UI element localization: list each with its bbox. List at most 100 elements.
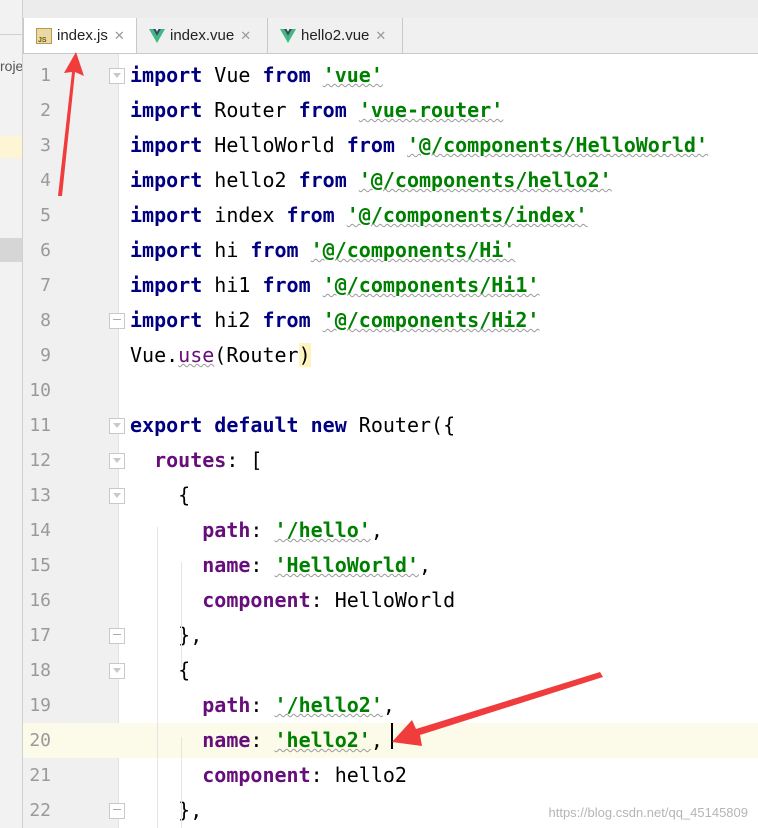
code-line[interactable]: 5 import index from '@/components/index' xyxy=(23,198,758,233)
code-line[interactable]: 1 import Vue from 'vue' xyxy=(23,58,758,93)
panel-highlight xyxy=(0,136,22,158)
code-token: export default new xyxy=(130,413,359,437)
code-line[interactable]: 6 import hi from '@/components/Hi' xyxy=(23,233,758,268)
fold-collapse-icon[interactable] xyxy=(109,488,125,504)
code-token: : xyxy=(250,518,275,542)
code-line[interactable]: 4 import hello2 from '@/components/hello2… xyxy=(23,163,758,198)
fold-collapse-icon[interactable] xyxy=(109,68,125,84)
line-number: 17 xyxy=(29,625,51,646)
code-token: Router xyxy=(214,98,299,122)
fold-collapse-icon[interactable] xyxy=(109,418,125,434)
code-line[interactable]: 12 routes: [ xyxy=(23,443,758,478)
code-token: '@/components/Hi1' xyxy=(322,273,540,297)
code-token: Vue xyxy=(214,63,263,87)
code-text: import HelloWorld from '@/components/Hel… xyxy=(130,128,708,163)
code-token: import xyxy=(130,63,215,87)
code-line[interactable]: 21 component: hello2 xyxy=(23,758,758,793)
code-token: : HelloWorld xyxy=(310,588,456,612)
code-line[interactable]: 15 name: 'HelloWorld', xyxy=(23,548,758,583)
code-token: import xyxy=(130,273,215,297)
code-line[interactable]: 9 Vue.use(Router) xyxy=(23,338,758,373)
line-number: 8 xyxy=(40,310,51,331)
code-token: , xyxy=(419,553,432,577)
line-number: 2 xyxy=(40,100,51,121)
code-line[interactable]: 11 export default new Router({ xyxy=(23,408,758,443)
code-token: }, xyxy=(130,798,203,822)
code-line[interactable]: 13 { xyxy=(23,478,758,513)
code-token: , xyxy=(382,693,395,717)
ide-window: roje index.js ✕ index.vue ✕ hello2.vue ✕… xyxy=(0,0,758,828)
text-caret xyxy=(391,723,393,749)
fold-end-icon[interactable] xyxy=(109,313,125,329)
code-token: routes xyxy=(154,448,227,472)
close-icon[interactable]: ✕ xyxy=(114,28,125,44)
line-number: 13 xyxy=(29,485,51,506)
code-text: routes: [ xyxy=(130,443,262,478)
code-token: hi xyxy=(214,238,251,262)
code-token: import xyxy=(130,308,215,332)
code-token: '@/components/Hi' xyxy=(310,238,516,262)
code-token: '@/components/index' xyxy=(346,203,588,227)
code-line[interactable]: 7 import hi1 from '@/components/Hi1' xyxy=(23,268,758,303)
line-number: 20 xyxy=(29,730,51,751)
code-token: from xyxy=(298,168,359,192)
line-number: 21 xyxy=(29,765,51,786)
code-line[interactable]: 18 { xyxy=(23,653,758,688)
code-token: hi2 xyxy=(214,308,263,332)
code-token: index xyxy=(214,203,287,227)
close-icon[interactable]: ✕ xyxy=(240,28,251,44)
line-number: 22 xyxy=(29,800,51,821)
line-number: 1 xyxy=(40,65,51,86)
code-token: }, xyxy=(130,623,203,647)
code-line[interactable]: 8 import hi2 from '@/components/Hi2' xyxy=(23,303,758,338)
fold-end-icon[interactable] xyxy=(109,803,125,819)
code-token: from xyxy=(262,308,323,332)
code-token: from xyxy=(346,133,407,157)
fold-end-icon[interactable] xyxy=(109,628,125,644)
fold-collapse-icon[interactable] xyxy=(109,663,125,679)
code-token: from xyxy=(262,63,323,87)
code-line[interactable]: 10 xyxy=(23,373,758,408)
code-line[interactable]: 17 }, xyxy=(23,618,758,653)
code-line[interactable]: 2 import Router from 'vue-router' xyxy=(23,93,758,128)
line-number: 7 xyxy=(40,275,51,296)
panel-divider xyxy=(0,34,22,35)
code-line[interactable]: 16 component: HelloWorld xyxy=(23,583,758,618)
code-token: : xyxy=(250,693,275,717)
tab-label: index.js xyxy=(57,27,108,44)
code-text: path: '/hello2', xyxy=(130,688,395,723)
code-token: from xyxy=(298,98,359,122)
code-text: path: '/hello', xyxy=(130,513,383,548)
indent-guide xyxy=(181,562,182,667)
code-line[interactable]: 19 path: '/hello2', xyxy=(23,688,758,723)
panel-selected-row[interactable] xyxy=(0,238,22,262)
tab-index-js[interactable]: index.js ✕ xyxy=(23,18,137,53)
project-panel-label: roje xyxy=(0,58,23,74)
watermark: https://blog.csdn.net/qq_45145809 xyxy=(548,805,749,820)
code-line[interactable]: 14 path: '/hello', xyxy=(23,513,758,548)
code-token: import xyxy=(130,168,215,192)
code-line[interactable]: 3 import HelloWorld from '@/components/He… xyxy=(23,128,758,163)
code-token: : [ xyxy=(226,448,263,472)
code-token: hello2 xyxy=(214,168,299,192)
close-icon[interactable]: ✕ xyxy=(375,28,386,44)
code-token: '@/components/Hi2' xyxy=(322,308,540,332)
line-number: 9 xyxy=(40,345,51,366)
line-number: 3 xyxy=(40,135,51,156)
tab-hello2-vue[interactable]: hello2.vue ✕ xyxy=(268,18,403,53)
line-number: 15 xyxy=(29,555,51,576)
code-token: import xyxy=(130,133,215,157)
code-token: path xyxy=(202,693,251,717)
code-editor[interactable]: 1 import Vue from 'vue' 2 import Router fro… xyxy=(23,54,758,828)
project-panel[interactable]: roje xyxy=(0,0,23,828)
tab-index-vue[interactable]: index.vue ✕ xyxy=(137,18,268,53)
fold-collapse-icon[interactable] xyxy=(109,453,125,469)
code-token: '/hello2' xyxy=(274,693,383,717)
code-token: '/hello' xyxy=(274,518,371,542)
code-token: path xyxy=(202,518,251,542)
code-text: import hi1 from '@/components/Hi1' xyxy=(130,268,539,303)
